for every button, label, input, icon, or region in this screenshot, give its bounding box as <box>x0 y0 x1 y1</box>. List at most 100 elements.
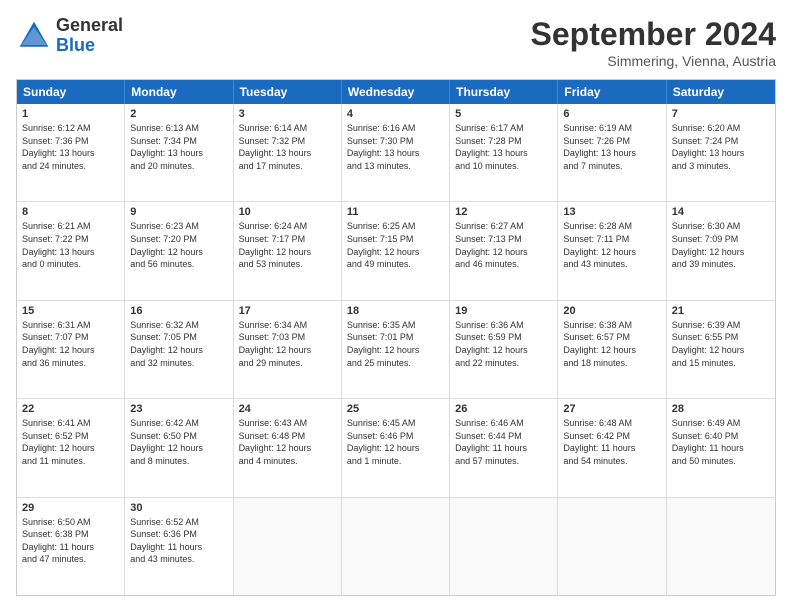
header-cell-tuesday: Tuesday <box>234 80 342 104</box>
day-cell-5: 5Sunrise: 6:17 AMSunset: 7:28 PMDaylight… <box>450 104 558 201</box>
cell-line: Sunrise: 6:52 AM <box>130 516 227 529</box>
cell-line: Sunrise: 6:24 AM <box>239 220 336 233</box>
day-cell-10: 10Sunrise: 6:24 AMSunset: 7:17 PMDayligh… <box>234 202 342 299</box>
cell-line: Sunrise: 6:25 AM <box>347 220 444 233</box>
cell-line: and 8 minutes. <box>130 455 227 468</box>
cell-line: Daylight: 12 hours <box>563 246 660 259</box>
empty-cell-4-5 <box>558 498 666 595</box>
cell-line: Sunrise: 6:50 AM <box>22 516 119 529</box>
cell-line: Sunset: 7:28 PM <box>455 135 552 148</box>
cell-line: and 57 minutes. <box>455 455 552 468</box>
cell-line: Daylight: 12 hours <box>239 442 336 455</box>
day-number: 26 <box>455 403 552 415</box>
day-number: 4 <box>347 108 444 120</box>
day-cell-25: 25 Sunrise: 6:45 AMSunset: 6:46 PMDayligh… <box>342 399 450 496</box>
cell-line: and 36 minutes. <box>22 357 119 370</box>
cell-line: Sunset: 7:34 PM <box>130 135 227 148</box>
cell-line: Sunrise: 6:48 AM <box>563 417 660 430</box>
cell-line: Sunrise: 6:42 AM <box>130 417 227 430</box>
cell-line: Daylight: 12 hours <box>455 246 552 259</box>
cell-line: Daylight: 12 hours <box>563 344 660 357</box>
cell-line: Sunrise: 6:16 AM <box>347 122 444 135</box>
day-number: 15 <box>22 305 119 317</box>
header-cell-monday: Monday <box>125 80 233 104</box>
cell-line: Sunrise: 6:27 AM <box>455 220 552 233</box>
cell-line: Sunset: 6:46 PM <box>347 430 444 443</box>
day-number: 24 <box>239 403 336 415</box>
day-cell-18: 18Sunrise: 6:35 AMSunset: 7:01 PMDayligh… <box>342 301 450 398</box>
cell-line: Sunset: 7:26 PM <box>563 135 660 148</box>
day-number: 25 <box>347 403 444 415</box>
cell-line: Sunrise: 6:36 AM <box>455 319 552 332</box>
day-cell-28: 28Sunrise: 6:49 AMSunset: 6:40 PMDayligh… <box>667 399 775 496</box>
cell-line: Daylight: 13 hours <box>130 147 227 160</box>
day-cell-2: 2Sunrise: 6:13 AMSunset: 7:34 PMDaylight… <box>125 104 233 201</box>
day-number: 13 <box>563 206 660 218</box>
cell-line: and 47 minutes. <box>22 553 119 566</box>
day-cell-29: 29Sunrise: 6:50 AMSunset: 6:38 PMDayligh… <box>17 498 125 595</box>
cell-line: Sunset: 6:38 PM <box>22 528 119 541</box>
cell-line: Sunrise: 6:23 AM <box>130 220 227 233</box>
calendar: SundayMondayTuesdayWednesdayThursdayFrid… <box>16 79 776 596</box>
cell-line: Sunrise: 6:14 AM <box>239 122 336 135</box>
cell-line: and 24 minutes. <box>22 160 119 173</box>
header-cell-thursday: Thursday <box>450 80 558 104</box>
cal-row-0: 1Sunrise: 6:12 AMSunset: 7:36 PMDaylight… <box>17 104 775 201</box>
cell-line: and 22 minutes. <box>455 357 552 370</box>
cell-line: Sunset: 7:30 PM <box>347 135 444 148</box>
day-cell-1: 1Sunrise: 6:12 AMSunset: 7:36 PMDaylight… <box>17 104 125 201</box>
logo-general-text: General <box>56 16 123 36</box>
day-number: 29 <box>22 502 119 514</box>
cell-line: and 56 minutes. <box>130 258 227 271</box>
cell-line: and 53 minutes. <box>239 258 336 271</box>
cell-line: Sunrise: 6:19 AM <box>563 122 660 135</box>
cell-line: Daylight: 13 hours <box>22 246 119 259</box>
cell-line: Sunset: 7:20 PM <box>130 233 227 246</box>
day-number: 23 <box>130 403 227 415</box>
cell-line: Sunrise: 6:35 AM <box>347 319 444 332</box>
cell-line: Sunrise: 6:45 AM <box>347 417 444 430</box>
day-cell-12: 12Sunrise: 6:27 AMSunset: 7:13 PMDayligh… <box>450 202 558 299</box>
cell-line: Sunrise: 6:38 AM <box>563 319 660 332</box>
cell-line: Daylight: 12 hours <box>347 442 444 455</box>
cell-line: Sunset: 7:01 PM <box>347 331 444 344</box>
calendar-body: 1Sunrise: 6:12 AMSunset: 7:36 PMDaylight… <box>17 104 775 595</box>
cell-line: and 10 minutes. <box>455 160 552 173</box>
cell-line: and 13 minutes. <box>347 160 444 173</box>
day-cell-20: 20Sunrise: 6:38 AMSunset: 6:57 PMDayligh… <box>558 301 666 398</box>
cell-line: Sunrise: 6:30 AM <box>672 220 770 233</box>
header-cell-wednesday: Wednesday <box>342 80 450 104</box>
header-cell-saturday: Saturday <box>667 80 775 104</box>
day-cell-19: 19Sunrise: 6:36 AMSunset: 6:59 PMDayligh… <box>450 301 558 398</box>
cell-line: Sunset: 7:13 PM <box>455 233 552 246</box>
cell-line: and 54 minutes. <box>563 455 660 468</box>
day-cell-13: 13Sunrise: 6:28 AMSunset: 7:11 PMDayligh… <box>558 202 666 299</box>
cal-row-2: 15Sunrise: 6:31 AMSunset: 7:07 PMDayligh… <box>17 300 775 398</box>
cell-line: and 4 minutes. <box>239 455 336 468</box>
day-cell-15: 15Sunrise: 6:31 AMSunset: 7:07 PMDayligh… <box>17 301 125 398</box>
cell-line: Daylight: 11 hours <box>130 541 227 554</box>
cell-line: Sunrise: 6:12 AM <box>22 122 119 135</box>
cell-line: and 25 minutes. <box>347 357 444 370</box>
cell-line: Daylight: 12 hours <box>239 246 336 259</box>
cell-line: and 1 minute. <box>347 455 444 468</box>
cell-line: Daylight: 13 hours <box>672 147 770 160</box>
cell-line: Daylight: 12 hours <box>130 246 227 259</box>
cell-line: Sunrise: 6:34 AM <box>239 319 336 332</box>
day-number: 21 <box>672 305 770 317</box>
day-number: 5 <box>455 108 552 120</box>
cell-line: Daylight: 12 hours <box>130 442 227 455</box>
logo-text: General Blue <box>56 16 123 56</box>
day-number: 2 <box>130 108 227 120</box>
cell-line: Sunset: 6:57 PM <box>563 331 660 344</box>
day-cell-9: 9Sunrise: 6:23 AMSunset: 7:20 PMDaylight… <box>125 202 233 299</box>
cell-line: Daylight: 12 hours <box>22 442 119 455</box>
cell-line: Sunrise: 6:46 AM <box>455 417 552 430</box>
cell-line: Daylight: 12 hours <box>347 344 444 357</box>
cell-line: and 3 minutes. <box>672 160 770 173</box>
day-number: 8 <box>22 206 119 218</box>
empty-cell-4-6 <box>667 498 775 595</box>
day-number: 28 <box>672 403 770 415</box>
cell-line: Daylight: 13 hours <box>563 147 660 160</box>
cell-line: and 11 minutes. <box>22 455 119 468</box>
